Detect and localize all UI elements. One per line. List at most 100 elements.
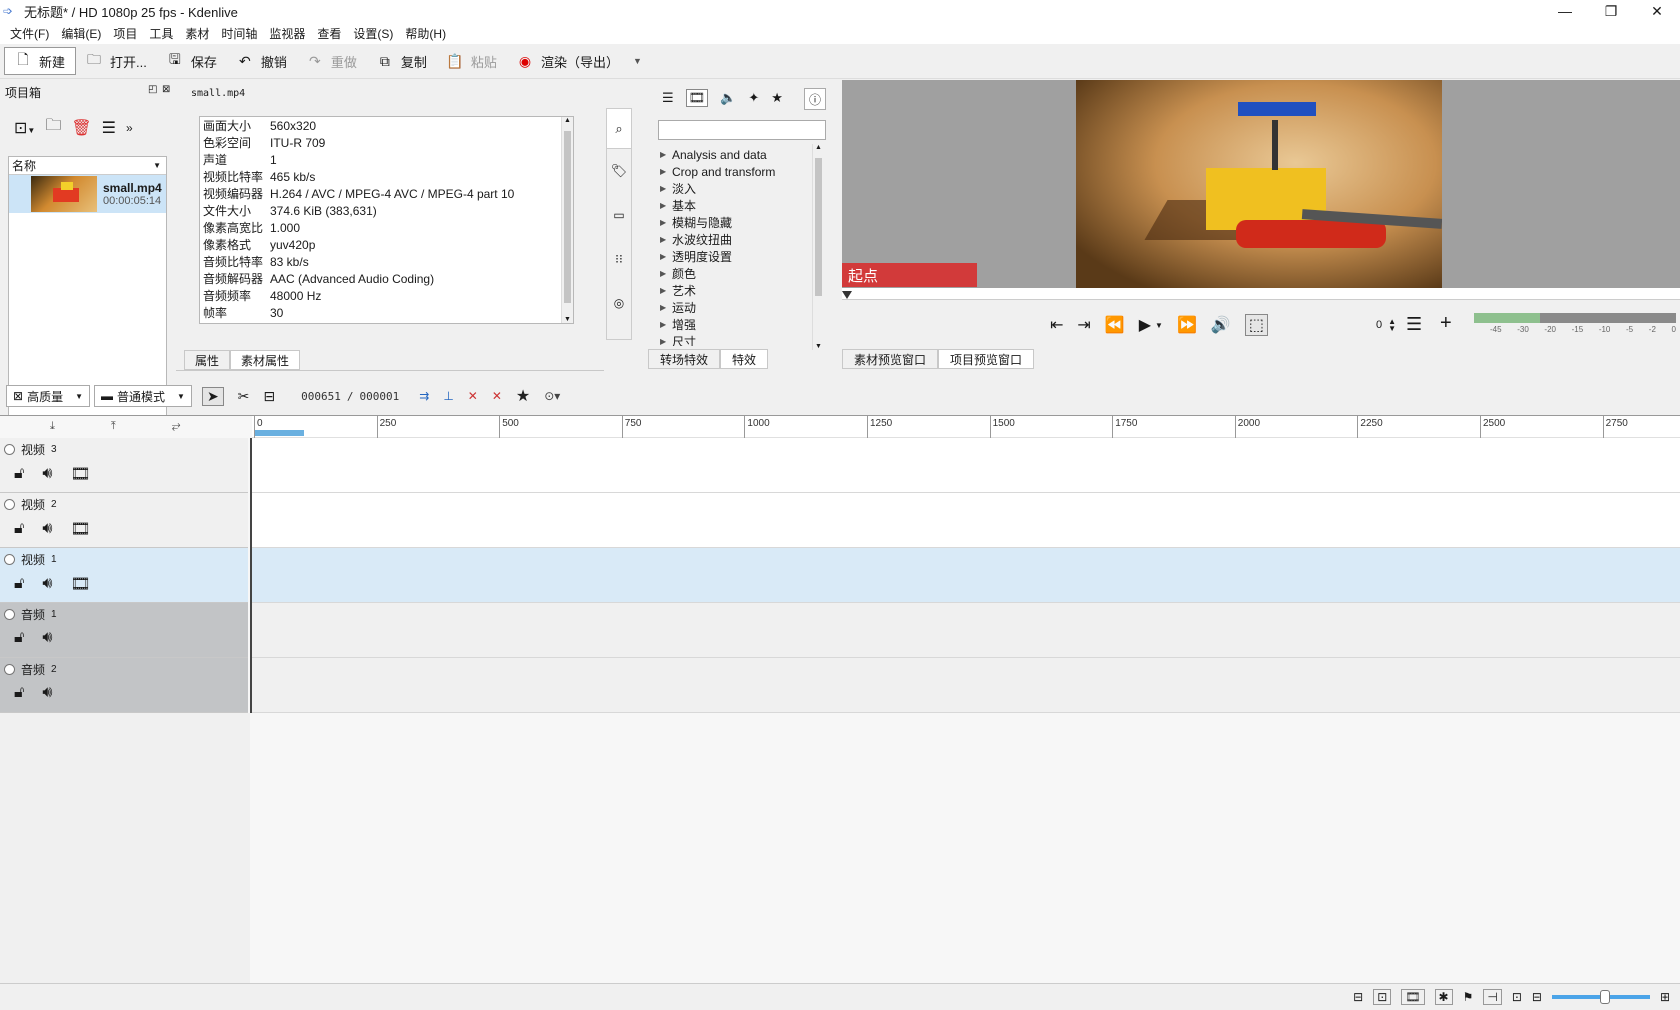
video-track-lane[interactable] xyxy=(252,438,1680,493)
menu-file[interactable]: 文件(F) xyxy=(10,25,49,42)
float-panel-icon[interactable]: ◰ xyxy=(148,84,157,95)
effect-category-item[interactable]: ▶ 模糊与隐藏 xyxy=(660,214,810,231)
grid-icon[interactable]: ⁝⁝ xyxy=(607,237,631,281)
effect-category-item[interactable]: ▶ Crop and transform xyxy=(660,163,810,180)
add-folder-icon[interactable]: 🗀 xyxy=(45,114,61,141)
menu-monitor[interactable]: 监视器 xyxy=(269,25,305,42)
insert-icon[interactable]: ⇉ xyxy=(419,389,429,403)
effect-category-item[interactable]: ▶ 淡入 xyxy=(660,180,810,197)
close-button[interactable]: ✕ xyxy=(1634,0,1680,22)
video-effects-icon[interactable]: 🎞 xyxy=(685,89,709,107)
track-name[interactable]: 视频 xyxy=(21,551,45,568)
restore-button[interactable]: ❐ xyxy=(1588,0,1634,22)
effect-category-item[interactable]: ▶ 尺寸 xyxy=(660,333,810,346)
audio-effects-icon[interactable]: 🔈 xyxy=(720,90,736,106)
audio-track-lane[interactable] xyxy=(252,658,1680,713)
effect-category-item[interactable]: ▶ 透明度设置 xyxy=(660,248,810,265)
fast-forward-icon[interactable]: ⏩ xyxy=(1177,315,1197,335)
custom-effects-icon[interactable]: ✦ xyxy=(748,90,759,106)
add-marker-icon[interactable]: + xyxy=(1440,312,1452,335)
track-target-radio[interactable] xyxy=(4,664,15,675)
track-target-radio[interactable] xyxy=(4,554,15,565)
lock-icon[interactable]: 🔓︎ xyxy=(14,684,24,702)
razor-tool-icon[interactable]: ✂ xyxy=(238,388,250,405)
mute-audio-icon[interactable]: 🔊︎ xyxy=(42,684,52,702)
timeline-playhead[interactable] xyxy=(250,438,252,713)
edit-mode-dropdown[interactable]: ▬ 普通模式 ▼ xyxy=(94,385,192,407)
menu-icon[interactable]: ☰ xyxy=(102,118,116,138)
effect-category-item[interactable]: ▶ 水波纹扭曲 xyxy=(660,231,810,248)
extract-icon[interactable]: ✕ xyxy=(492,389,502,403)
effect-category-item[interactable]: ▶ 运动 xyxy=(660,299,810,316)
menu-tools[interactable]: 工具 xyxy=(149,25,173,42)
lock-icon[interactable]: 🔓︎ xyxy=(14,575,24,593)
info-icon[interactable]: ⓘ xyxy=(804,88,826,110)
hide-video-icon[interactable]: 🎞︎ xyxy=(70,464,90,484)
select-tool-icon[interactable]: ➤ xyxy=(201,386,224,406)
effect-category-item[interactable]: ▶ Analysis and data xyxy=(660,146,810,163)
mute-audio-icon[interactable]: 🔊︎ xyxy=(42,465,52,483)
add-clip-icon[interactable]: ⊡▼ xyxy=(14,118,35,138)
track-name[interactable]: 视频 xyxy=(21,441,45,458)
chevron-down-icon[interactable]: ▼ xyxy=(1155,321,1163,330)
video-thumbnails-icon[interactable]: 🎞 xyxy=(1401,989,1425,1005)
effect-category-item[interactable]: ▶ 基本 xyxy=(660,197,810,214)
monitor-menu-icon[interactable]: ☰ xyxy=(1406,314,1422,335)
close-panel-icon[interactable]: ⊠ xyxy=(162,84,170,95)
paste-button[interactable]: 📋 粘贴 xyxy=(437,47,507,75)
spacer-tool-icon[interactable]: ⊟ xyxy=(263,388,275,405)
mute-audio-icon[interactable]: 🔊︎ xyxy=(42,629,52,647)
menu-view[interactable]: 查看 xyxy=(317,25,341,42)
volume-icon[interactable]: 🔊 xyxy=(1211,315,1231,335)
menu-project[interactable]: 项目 xyxy=(113,25,137,42)
fit-icon[interactable]: ⊡ xyxy=(1512,990,1522,1004)
rewind-icon[interactable]: ⏪ xyxy=(1105,315,1125,335)
marker-icon[interactable]: ▭ xyxy=(607,193,631,237)
lock-icon[interactable]: 🔓︎ xyxy=(14,629,24,647)
zoom-slider[interactable] xyxy=(1551,990,1650,1004)
properties-scrollbar[interactable]: ▲ ▼ xyxy=(561,117,573,323)
tab-effects[interactable]: 特效 xyxy=(720,349,768,369)
zoom-spinner-icon[interactable]: ▲ ▼ xyxy=(1388,318,1396,333)
audio-thumbnails-icon[interactable]: ✱ xyxy=(1434,989,1453,1005)
video-track-lane[interactable] xyxy=(252,493,1680,548)
new-button[interactable]: 🗋 新建 xyxy=(4,47,77,75)
audio-track-header[interactable]: 音频 1 🔓︎ 🔊︎ xyxy=(0,603,248,658)
effect-category-item[interactable]: ▶ 颜色 xyxy=(660,265,810,282)
monitor-ruler[interactable] xyxy=(842,288,1680,300)
mute-audio-icon[interactable]: 🔊︎ xyxy=(42,575,52,593)
video-track-header[interactable]: 视频 3 🔓︎ 🔊︎ 🎞︎ xyxy=(0,438,248,493)
expand-tracks-icon[interactable]: ⥂ xyxy=(172,420,181,433)
menu-help[interactable]: 帮助(H) xyxy=(405,25,446,42)
collapse-tracks-icon[interactable]: ⤒ xyxy=(111,420,116,433)
timeline-position[interactable]: 000651 xyxy=(301,390,341,403)
tab-properties[interactable]: 属性 xyxy=(184,350,230,370)
track-name[interactable]: 视频 xyxy=(21,496,45,513)
track-name[interactable]: 音频 xyxy=(21,606,45,623)
render-button[interactable]: ◉ 渲染（导出） ▼ xyxy=(507,47,652,75)
audio-track-lane[interactable] xyxy=(252,603,1680,658)
save-button[interactable]: 🖫 保存 xyxy=(157,47,227,75)
menu-timeline[interactable]: 时间轴 xyxy=(221,25,257,42)
playhead-marker[interactable] xyxy=(842,291,852,299)
minimize-button[interactable]: — xyxy=(1542,0,1588,22)
list-view-icon[interactable]: ☰ xyxy=(662,90,674,106)
tab-project-monitor[interactable]: 项目预览窗口 xyxy=(938,349,1034,369)
effects-scrollbar[interactable]: ▲ ▼ xyxy=(812,144,824,350)
fit-zoom-icon[interactable]: ⤓ xyxy=(50,420,55,433)
zone-marker[interactable] xyxy=(254,430,304,436)
effects-search-input[interactable] xyxy=(658,120,826,140)
search-icon[interactable]: ⌕ xyxy=(607,109,631,149)
tab-clip-properties[interactable]: 素材属性 xyxy=(230,350,300,370)
menu-settings[interactable]: 设置(S) xyxy=(353,25,393,42)
project-monitor[interactable]: 起点 xyxy=(842,80,1680,290)
record-audio-icon[interactable]: ⊙▾ xyxy=(544,389,560,403)
tag-icon[interactable]: 🏷 xyxy=(607,149,631,193)
bin-column-header[interactable]: 名称 ▼ xyxy=(9,157,166,175)
effect-category-item[interactable]: ▶ 增强 xyxy=(660,316,810,333)
audio-icon[interactable]: ◎ xyxy=(607,281,631,325)
ripple-icon[interactable]: ⊣ xyxy=(1483,989,1502,1005)
track-name[interactable]: 音频 xyxy=(21,661,45,678)
effect-category-item[interactable]: ▶ 艺术 xyxy=(660,282,810,299)
snap-icon[interactable]: ⊟ xyxy=(1353,990,1363,1004)
